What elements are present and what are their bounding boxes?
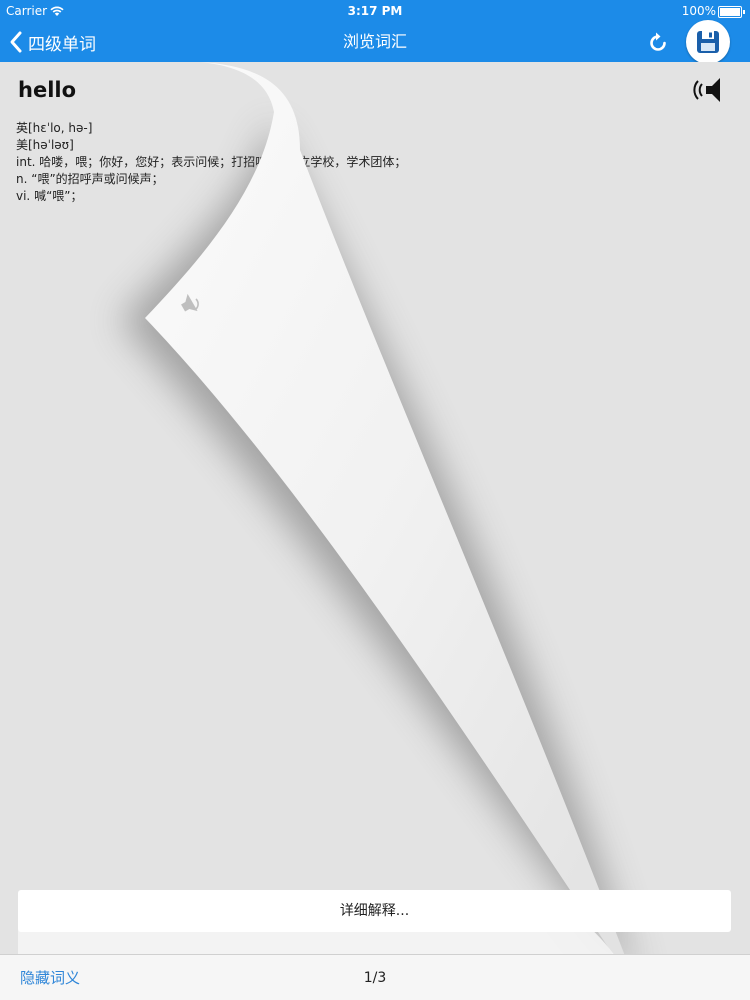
detail-explanation-button[interactable]: 详细解释... xyxy=(18,890,731,932)
pronunciation-uk: 英[hɛˈlo, hə-] xyxy=(16,121,93,135)
back-button-label: 四级单词 xyxy=(28,34,96,55)
top-bar: Carrier 3:17 PM 100% 四级单词 浏览词汇 xyxy=(0,0,750,64)
bottom-toolbar: 隐藏词义 1/3 xyxy=(0,954,750,1000)
speaker-icon-mirrored xyxy=(181,293,199,312)
chevron-left-icon xyxy=(10,31,22,53)
refresh-icon[interactable] xyxy=(645,30,671,56)
hide-meaning-button[interactable]: 隐藏词义 xyxy=(20,955,80,1000)
definition-interjection: int. 哈喽，喂；你好，您好；表示问候；打招呼 ... 私立学校，学术团体； xyxy=(16,155,407,169)
speaker-icon[interactable] xyxy=(692,74,728,106)
word-card: hello 英[hɛˈlo, hə-] 美[həˈləʊ] int. 哈喽，喂；… xyxy=(0,62,750,954)
page-indicator: 1/3 xyxy=(363,970,387,986)
pronunciation-us: 美[həˈləʊ] xyxy=(16,138,74,152)
page-title: 浏览词汇 xyxy=(342,32,407,51)
back-button[interactable]: 四级单词 xyxy=(8,22,96,62)
headword: hello xyxy=(18,78,77,102)
definition-noun: n. “喂”的招呼声或问候声； xyxy=(16,172,164,186)
clock: 3:17 PM xyxy=(347,4,403,18)
battery-percent: 100% xyxy=(681,4,716,18)
status-bar: Carrier 3:17 PM 100% xyxy=(0,0,750,22)
floppy-disk-icon xyxy=(697,31,719,53)
navigation-bar: 四级单词 浏览词汇 xyxy=(0,20,750,64)
save-button[interactable] xyxy=(686,20,730,64)
battery-icon xyxy=(718,6,745,18)
definition-verb: vi. 喊“喂”； xyxy=(16,189,83,203)
definitions: 英[hɛˈlo, hə-] 美[həˈləʊ] int. 哈喽，喂；你好，您好；… xyxy=(16,120,406,205)
